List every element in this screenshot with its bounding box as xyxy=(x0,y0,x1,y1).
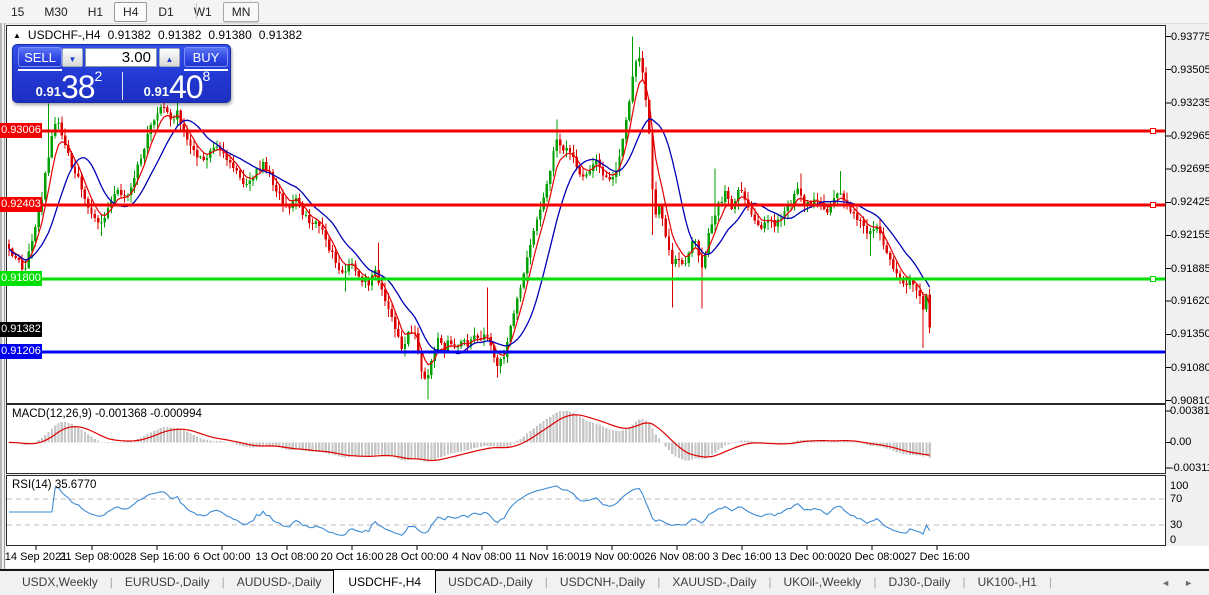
toolbar-separator xyxy=(196,3,197,19)
ohlc-low: 0.91380 xyxy=(208,28,252,42)
timeframe-button-m30[interactable]: M30 xyxy=(35,2,76,22)
rsi-scale-label: 100 xyxy=(1170,480,1189,492)
bid-price[interactable]: 0.91 38 2 xyxy=(17,68,121,105)
tab-usdcad-daily[interactable]: USDCAD-,Daily xyxy=(436,571,545,592)
macd-scale-label: 0.003811 xyxy=(1170,405,1209,417)
timeframe-button-d1[interactable]: D1 xyxy=(149,2,182,22)
timeframe-button-mn[interactable]: MN xyxy=(222,1,260,22)
collapse-icon[interactable]: ▲ xyxy=(13,31,21,40)
tab-eurusd-daily[interactable]: EURUSD-,Daily xyxy=(113,571,222,592)
rsi-scale-label: 70 xyxy=(1170,493,1183,505)
ask-price[interactable]: 0.91 40 8 xyxy=(125,68,229,105)
ohlc-high: 0.91382 xyxy=(157,28,202,42)
tab-usdx-weekly[interactable]: USDX,Weekly xyxy=(10,571,110,592)
tab-scroll-arrows: ◄ ► xyxy=(1161,578,1193,588)
price-tick-label: 0.91885 xyxy=(1171,263,1209,275)
spinner-up-icon: ▲ xyxy=(165,55,174,64)
window-frame-left xyxy=(0,23,5,595)
tab-dj30-daily[interactable]: DJ30-,Daily xyxy=(876,571,962,592)
timeframe-buttons: 15 M30 H1 H4 D1 W1 MN xyxy=(0,0,1209,23)
volume-decrease-button[interactable]: ▼ xyxy=(62,48,83,67)
tabs-scroll-right-icon[interactable]: ► xyxy=(1184,578,1193,588)
sell-button[interactable]: SELL xyxy=(18,47,62,67)
rsi-scale-label: 30 xyxy=(1170,519,1183,531)
tab-ukoil-weekly[interactable]: UKOil-,Weekly xyxy=(772,571,874,592)
chart-header: ▲ USDCHF-,H4 0.91382 0.91382 0.91380 0.9… xyxy=(13,28,302,42)
volume-increase-button[interactable]: ▲ xyxy=(159,48,180,67)
timeframe-button-15[interactable]: 15 xyxy=(2,2,33,22)
chart-symbol-period: USDCHF-,H4 xyxy=(27,28,101,42)
price-tick-label: 0.92425 xyxy=(1171,196,1209,208)
price-tick-label: 0.93235 xyxy=(1171,97,1209,109)
timeframe-button-h1[interactable]: H1 xyxy=(79,2,112,22)
ohlc-close: 0.91382 xyxy=(258,28,303,42)
rsi-scale-label: 0 xyxy=(1170,534,1177,546)
price-tick-label: 0.93505 xyxy=(1171,64,1209,76)
price-tick-label: 0.91080 xyxy=(1171,362,1209,374)
bid-price-point: 2 xyxy=(94,68,103,84)
tab-xauusd-daily[interactable]: XAUUSD-,Daily xyxy=(660,571,768,592)
tab-usdchf-h4[interactable]: USDCHF-,H4 xyxy=(333,569,437,593)
spinner-down-icon: ▼ xyxy=(68,55,77,64)
timeframe-button-h4[interactable]: H4 xyxy=(114,1,148,22)
ohlc-open: 0.91382 xyxy=(107,28,151,42)
macd-indicator-label: MACD(12,26,9) -0.001368 -0.000994 xyxy=(12,408,202,420)
chart-tabs: USDX,Weekly | EURUSD-,Daily | AUDUSD-,Daily U… xyxy=(0,569,1209,593)
price-tick-label: 0.93775 xyxy=(1171,31,1209,43)
tabs-scroll-left-icon[interactable]: ◄ xyxy=(1161,578,1170,588)
price-tick-label: 0.92695 xyxy=(1171,163,1209,175)
price-tick-label: 0.90810 xyxy=(1171,395,1209,407)
ask-price-point: 8 xyxy=(202,68,211,84)
one-click-trading-panel: SELL ▼ ▲ BUY 0.91 38 2 0.91 40 8 xyxy=(12,44,231,103)
time-axis[interactable] xyxy=(6,546,1209,568)
price-tick-label: 0.92155 xyxy=(1171,229,1209,241)
buy-button[interactable]: BUY xyxy=(184,47,228,67)
tab-divider: | xyxy=(1048,575,1053,589)
volume-input[interactable] xyxy=(85,48,157,67)
timeframe-toolbar: 15 M30 H1 H4 D1 W1 MN xyxy=(0,0,1209,24)
mt4-terminal: 15 M30 H1 H4 D1 W1 MN 0.93775 0.93505 0.93235 0.9… xyxy=(0,0,1209,595)
timeframe-button-w1[interactable]: W1 xyxy=(185,2,221,22)
bid-ask-divider xyxy=(122,72,123,100)
ask-price-major: 0.91 xyxy=(143,84,169,99)
bid-price-pips: 38 xyxy=(60,69,96,105)
price-tick-label: 0.91350 xyxy=(1171,328,1209,340)
ask-price-pips: 40 xyxy=(168,69,204,105)
price-tick-label: 0.91620 xyxy=(1171,295,1209,307)
tab-audusd-daily[interactable]: AUDUSD-,Daily xyxy=(225,571,334,592)
tab-uk100-h1[interactable]: UK100-,H1 xyxy=(966,571,1049,592)
macd-scale-label: 0.00 xyxy=(1170,436,1192,448)
rsi-panel[interactable] xyxy=(6,475,1166,546)
chart-tab-bar: USDX,Weekly | EURUSD-,Daily | AUDUSD-,Daily U… xyxy=(0,569,1209,595)
bid-price-major: 0.91 xyxy=(35,84,61,99)
macd-scale-label: -0.003115 xyxy=(1170,462,1209,474)
price-tick-label: 0.92965 xyxy=(1171,130,1209,142)
tab-usdcnh-daily[interactable]: USDCNH-,Daily xyxy=(548,571,657,592)
rsi-indicator-label: RSI(14) 35.6770 xyxy=(12,479,97,491)
